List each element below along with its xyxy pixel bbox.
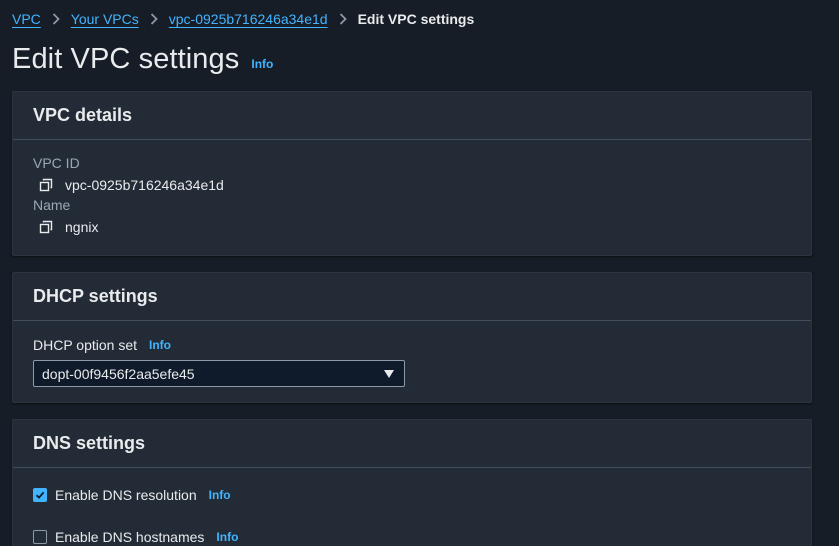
breadcrumb-link-vpc[interactable]: VPC (12, 11, 41, 27)
vpc-id-row: vpc-0925b716246a34e1d (39, 177, 791, 193)
dhcp-info-link[interactable]: Info (149, 338, 171, 352)
name-row: ngnix (39, 219, 791, 235)
vpc-details-heading: VPC details (33, 105, 133, 125)
copy-icon[interactable] (39, 178, 53, 192)
vpc-details-panel: VPC details VPC ID vpc-0925b716246a34e1d… (12, 91, 812, 256)
breadcrumb-link-your-vpcs[interactable]: Your VPCs (71, 11, 139, 27)
dns-settings-header: DNS settings (13, 420, 811, 468)
page-info-link[interactable]: Info (251, 57, 273, 71)
chevron-right-icon (150, 13, 158, 25)
dns-settings-heading: DNS settings (33, 433, 146, 453)
chevron-right-icon (339, 13, 347, 25)
dhcp-option-set-select[interactable]: dopt-00f9456f2aa5efe45 (33, 360, 405, 387)
dns-hostnames-info-link[interactable]: Info (216, 530, 238, 544)
dhcp-settings-body: DHCP option set Info dopt-00f9456f2aa5ef… (13, 321, 811, 403)
dns-resolution-row: Enable DNS resolution Info (33, 485, 791, 505)
chevron-right-icon (52, 13, 60, 25)
breadcrumb-current: Edit VPC settings (357, 11, 475, 27)
page-title: Edit VPC settings (12, 43, 240, 75)
name-value: ngnix (65, 219, 99, 235)
breadcrumb: VPC Your VPCs vpc-0925b716246a34e1d Edit… (12, 11, 474, 27)
vpc-details-header: VPC details (13, 92, 811, 140)
dhcp-option-set-value: dopt-00f9456f2aa5efe45 (42, 365, 195, 382)
dhcp-option-set-label: DHCP option set (33, 337, 138, 353)
dns-hostnames-label[interactable]: Enable DNS hostnames (55, 529, 204, 545)
dhcp-option-set-label-row: DHCP option set Info (33, 337, 791, 353)
check-icon (35, 491, 45, 499)
dhcp-settings-header: DHCP settings (13, 273, 811, 321)
caret-down-icon (384, 369, 394, 378)
vpc-id-label: VPC ID (33, 155, 80, 171)
page-header: Edit VPC settings Info (12, 43, 273, 76)
dns-settings-body: Enable DNS resolution Info Enable DNS ho… (13, 468, 811, 546)
vpc-details-body: VPC ID vpc-0925b716246a34e1d Name ngnix (13, 140, 811, 255)
breadcrumb-link-vpc-id[interactable]: vpc-0925b716246a34e1d (169, 11, 328, 27)
dhcp-settings-heading: DHCP settings (33, 286, 158, 306)
dns-hostnames-row: Enable DNS hostnames Info (33, 527, 791, 546)
dns-hostnames-checkbox[interactable] (33, 530, 47, 544)
dhcp-settings-panel: DHCP settings DHCP option set Info dopt-… (12, 272, 812, 403)
name-label: Name (33, 197, 71, 213)
dns-resolution-label[interactable]: Enable DNS resolution (55, 487, 197, 503)
dns-resolution-checkbox[interactable] (33, 488, 47, 502)
copy-icon[interactable] (39, 220, 53, 234)
dns-resolution-info-link[interactable]: Info (209, 488, 231, 502)
vpc-id-value: vpc-0925b716246a34e1d (65, 177, 224, 193)
dns-settings-panel: DNS settings Enable DNS resolution Info … (12, 419, 812, 546)
